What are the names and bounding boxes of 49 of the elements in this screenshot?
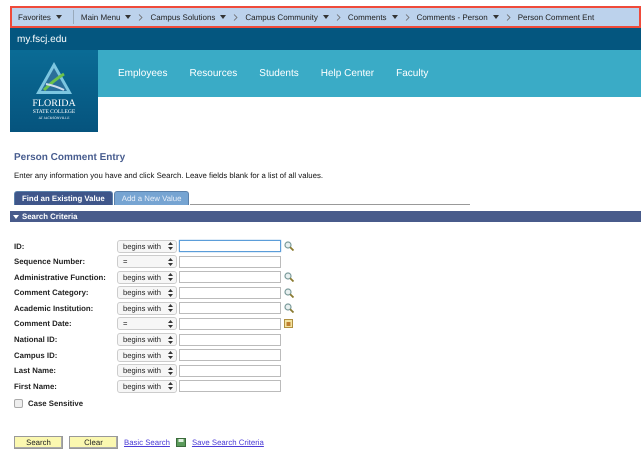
stepper-icon	[168, 351, 173, 360]
input-field[interactable]	[179, 380, 281, 392]
checkbox[interactable]	[14, 399, 23, 408]
stepper-icon	[168, 366, 173, 375]
chevron-icon	[506, 14, 511, 20]
stepper-icon	[168, 242, 173, 250]
breadcrumb-link[interactable]: Comments	[348, 12, 398, 22]
input-field[interactable]	[179, 302, 281, 314]
stepper-icon	[168, 273, 173, 282]
logo-text: FLORIDA	[32, 98, 76, 109]
input-field[interactable]	[179, 364, 281, 377]
caret-icon[interactable]	[492, 15, 499, 19]
page-title: Person Comment Entry	[14, 152, 126, 165]
breadcrumb-link[interactable]: Comments - Person	[416, 12, 499, 22]
chevron-icon	[404, 14, 410, 20]
breadcrumb-link[interactable]: Favorites	[18, 12, 62, 22]
input-field[interactable]	[179, 286, 281, 299]
stepper-icon	[168, 382, 173, 390]
calendar-icon[interactable]	[284, 319, 293, 328]
collapse-icon[interactable]	[13, 214, 19, 218]
caret-icon[interactable]	[322, 15, 329, 19]
caret-icon[interactable]	[125, 15, 132, 19]
stepper-icon	[168, 336, 173, 344]
input-field[interactable]	[179, 349, 281, 362]
caret-icon[interactable]	[220, 15, 226, 19]
caret-icon[interactable]	[392, 15, 398, 19]
save-icon[interactable]	[176, 438, 186, 447]
chevron-icon	[138, 14, 144, 20]
search-icon[interactable]	[284, 303, 294, 314]
search-icon[interactable]	[284, 272, 294, 282]
caret-icon[interactable]	[56, 15, 62, 19]
breadcrumb-link[interactable]: Campus Solutions	[150, 12, 226, 22]
site-name: my.fscj.edu	[17, 34, 67, 44]
search-icon[interactable]	[284, 241, 294, 251]
input-field[interactable]	[179, 334, 281, 346]
breadcrumb-link[interactable]: Main Menu	[80, 12, 132, 22]
stepper-icon	[168, 288, 173, 297]
chevron-icon	[336, 14, 341, 20]
stepper-icon	[168, 320, 173, 328]
breadcrumb-link[interactable]: Person Comment Ent	[518, 12, 594, 22]
breadcrumb-link[interactable]: Campus Community	[245, 12, 329, 22]
input-field[interactable]	[179, 240, 281, 252]
input-field[interactable]	[179, 318, 281, 330]
stepper-icon	[168, 304, 173, 312]
search-icon[interactable]	[284, 288, 294, 298]
input-field[interactable]	[179, 271, 281, 284]
chevron-icon	[233, 14, 238, 20]
input-field[interactable]	[179, 256, 281, 268]
stepper-icon	[168, 258, 173, 266]
